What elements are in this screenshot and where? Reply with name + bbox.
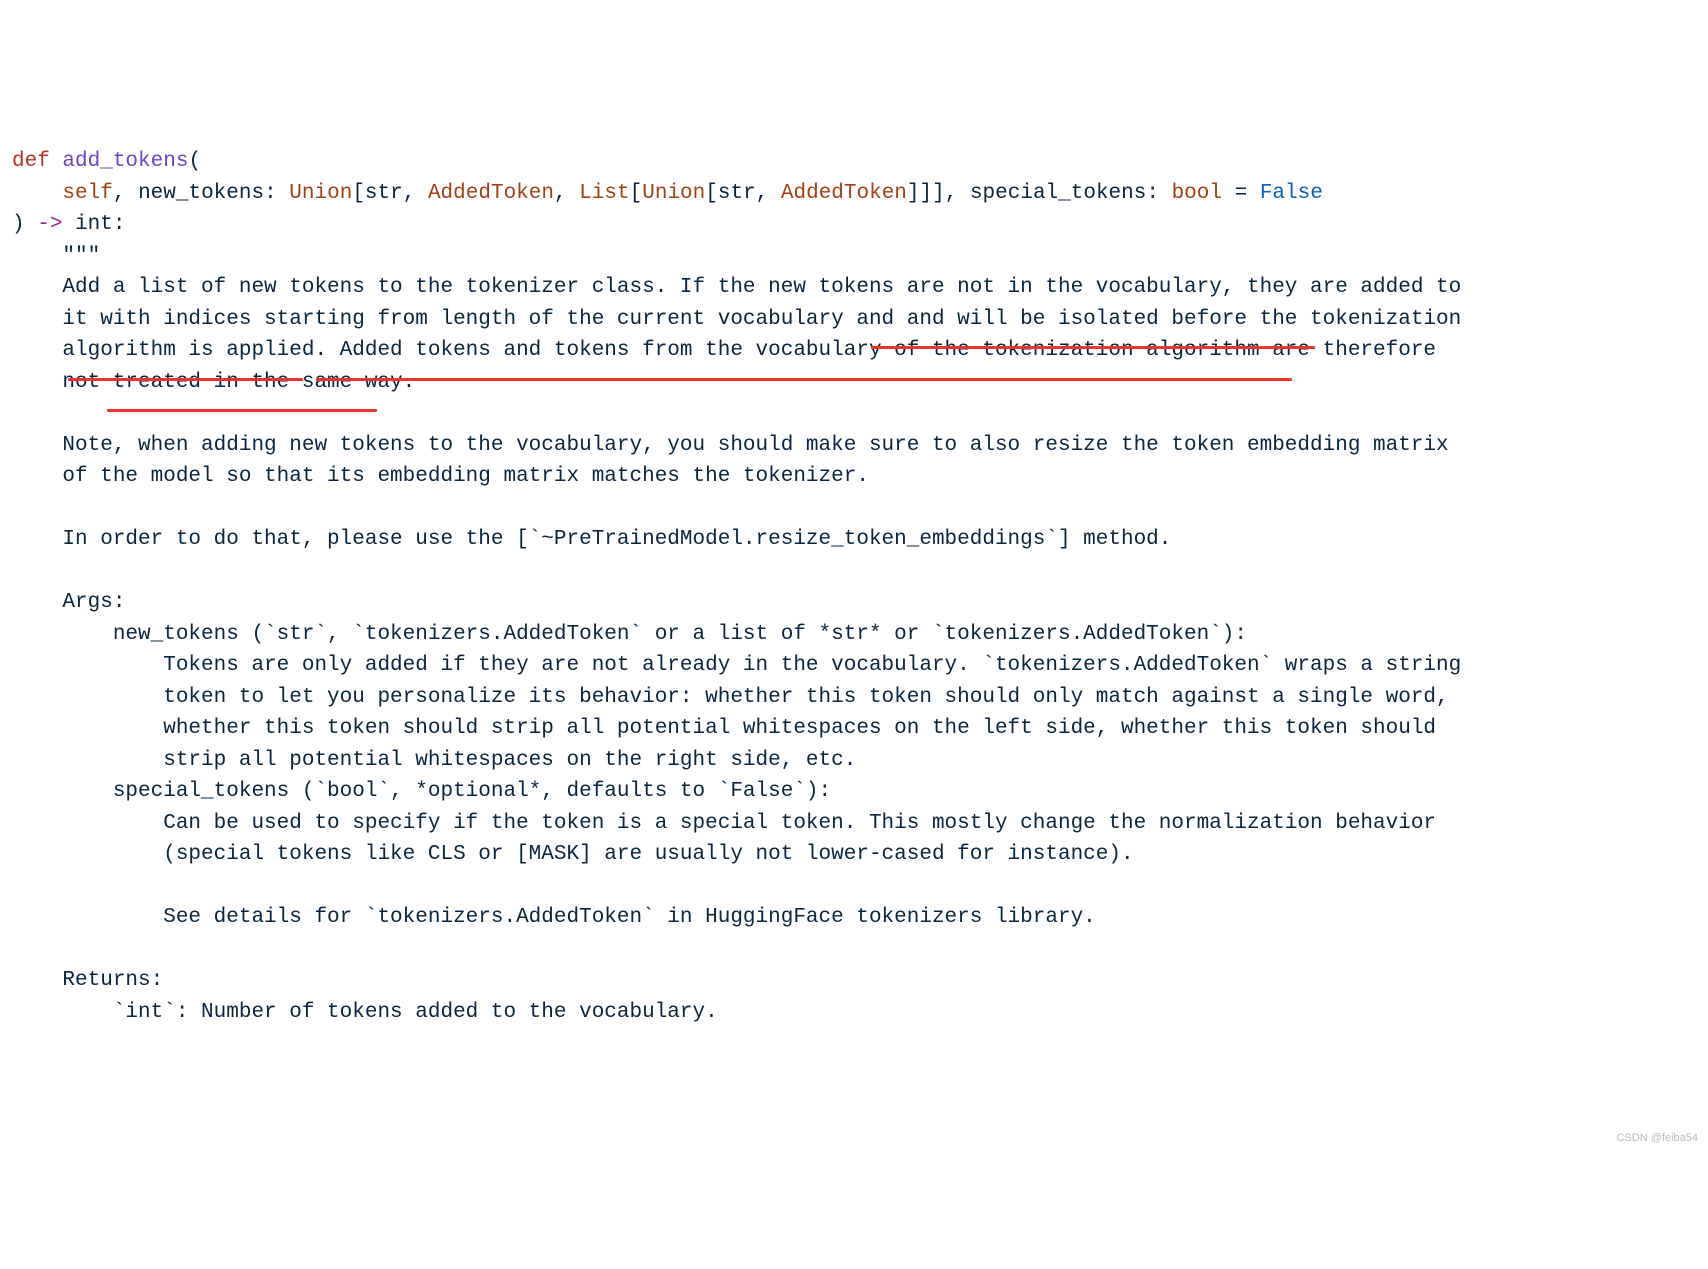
arrow-return: ->: [37, 213, 62, 236]
doc-line: whether this token should strip all pote…: [12, 717, 1436, 740]
keyword-self: self: [62, 182, 112, 205]
function-name: add_tokens: [62, 150, 188, 173]
annotation-underline: [68, 378, 303, 381]
type-union: Union: [289, 182, 352, 205]
doc-arg-new-tokens: new_tokens (`str`, `tokenizers.AddedToke…: [12, 623, 1247, 646]
doc-line: of the model so that its embedding matri…: [12, 465, 869, 488]
type-list: List: [579, 182, 629, 205]
doc-line: algorithm is applied. Added tokens and t…: [12, 339, 1436, 362]
doc-arg-special-tokens: special_tokens (`bool`, *optional*, defa…: [12, 780, 831, 803]
doc-line: not treated in the same way.: [12, 371, 415, 394]
paren-open: (: [188, 150, 201, 173]
doc-return-desc: `int`: Number of tokens added to the voc…: [12, 1001, 718, 1024]
doc-line: Tokens are only added if they are not al…: [12, 654, 1461, 677]
doc-line: (special tokens like CLS or [MASK] are u…: [12, 843, 1134, 866]
doc-line: strip all potential whitespaces on the r…: [12, 749, 856, 772]
doc-line: token to let you personalize its behavio…: [12, 686, 1449, 709]
doc-line: Can be used to specify if the token is a…: [12, 812, 1436, 835]
doc-line: See details for `tokenizers.AddedToken` …: [12, 906, 1096, 929]
docstring-open: """: [12, 245, 100, 268]
doc-line: it with indices starting from length of …: [12, 308, 1461, 331]
doc-returns-header: Returns:: [12, 969, 163, 992]
value-false: False: [1260, 182, 1323, 205]
code-block: def add_tokens( self, new_tokens: Union[…: [12, 146, 1696, 1028]
type-bool: bool: [1172, 182, 1222, 205]
param-special-tokens: special_tokens:: [970, 182, 1172, 205]
doc-args-header: Args:: [12, 591, 125, 614]
annotation-underline: [871, 346, 1315, 349]
doc-line: In order to do that, please use the [`~P…: [12, 528, 1171, 551]
watermark: CSDN @feiba54: [1617, 1130, 1698, 1147]
doc-line: Note, when adding new tokens to the voca…: [12, 434, 1449, 457]
param-new-tokens: new_tokens:: [138, 182, 289, 205]
doc-line: Add a list of new tokens to the tokenize…: [12, 276, 1461, 299]
annotation-underline: [316, 378, 1292, 381]
type-addedtoken: AddedToken: [428, 182, 554, 205]
annotation-underline: [107, 409, 377, 412]
keyword-def: def: [12, 150, 50, 173]
return-type: int:: [62, 213, 125, 236]
